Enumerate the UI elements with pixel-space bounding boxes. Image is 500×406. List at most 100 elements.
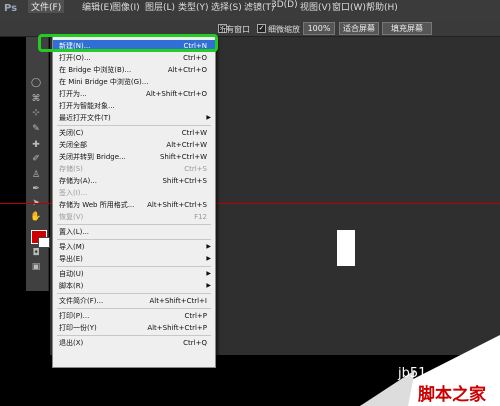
menu-separator [57,224,211,225]
submenu-arrow-icon: ▶ [206,255,211,262]
quick-select-tool-icon[interactable]: ⌘ [30,94,42,104]
eyedropper-tool-icon[interactable]: ✎ [30,124,42,134]
crop-tool-icon[interactable]: ⊹ [30,108,42,118]
menu-item-label: 导出(E) [59,255,83,263]
file-menu-item[interactable]: 关闭并转到 Bridge... Shift+Ctrl+W [53,151,215,163]
file-menu-item[interactable]: 打开为智能对象... [53,100,215,112]
menu-item-shortcut: Ctrl+P [184,312,207,320]
file-menu-item[interactable]: 最近打开文件(T) ▶ [53,112,215,124]
menu-item-shortcut: Alt+Shift+Ctrl+I [149,297,207,305]
file-menu-item[interactable]: 恢复(V) F12 [53,211,215,223]
menu-item-label: 最近打开文件(T) [59,114,111,122]
menu-item-label: 恢复(V) [59,213,84,221]
screen-mode-icon[interactable]: ▣ [30,262,42,272]
quick-mask-icon[interactable]: ◘ [30,248,42,258]
menu-layer[interactable]: 图层(L) [145,0,175,13]
menu-separator [57,239,211,240]
watermark-name: 脚本之家 [418,385,486,405]
submenu-arrow-icon: ▶ [206,243,211,250]
menu-separator [57,266,211,267]
document-canvas[interactable] [337,230,355,266]
menu-item-label: 退出(X) [59,339,84,347]
menu-help[interactable]: 帮助(H) [366,0,398,13]
hand-tool-icon[interactable]: ✋ [30,212,42,222]
pen-tool-icon[interactable]: ✒ [30,184,42,194]
menu-item-label: 关闭全部 [59,141,87,149]
submenu-arrow-icon: ▶ [206,270,211,277]
menu-item-shortcut: Ctrl+W [181,129,207,137]
fit-screen-button[interactable]: 适合屏幕 [339,22,379,35]
menu-item-shortcut: Shift+Ctrl+S [162,177,207,185]
menu-item-shortcut: Alt+Ctrl+O [167,66,207,74]
menu-item-label: 关闭(C) [59,129,84,137]
menu-item-label: 文件简介(F)... [59,297,104,305]
menu-item-label: 导入(M) [59,243,85,251]
healing-tool-icon[interactable]: ✚ [30,140,42,150]
file-menu-item[interactable]: 脚本(R) ▶ [53,280,215,292]
file-menu-item[interactable]: 导出(E) ▶ [53,253,215,265]
menu-separator [57,293,211,294]
menu-item-label: 自动(U) [59,270,84,278]
background-color-swatch[interactable] [38,237,50,248]
highlight-box [38,34,218,52]
stamp-tool-icon[interactable]: ♙ [30,170,42,180]
file-menu-item[interactable]: 退出(X) Ctrl+Q [53,337,215,349]
menu-item-label: 脚本(R) [59,282,84,290]
menu-item-shortcut: Ctrl+S [184,165,207,173]
file-menu-item[interactable]: 打印(P)... Ctrl+P [53,310,215,322]
menu-edit[interactable]: 编辑(E) [82,0,113,13]
menu-item-shortcut: Alt+Shift+Ctrl+P [147,324,207,332]
file-menu-item[interactable]: 存储为(A)... Shift+Ctrl+S [53,175,215,187]
fill-screen-button[interactable]: 填充屏幕 [382,22,432,35]
file-menu-item[interactable]: 自动(U) ▶ [53,268,215,280]
file-menu-dropdown: 新建(N)... Ctrl+N 打开(O)... Ctrl+O 在 Bridge 中浏览… [52,36,216,368]
lasso-tool-icon[interactable]: ◯ [30,78,42,88]
menu-item-label: 存储为 Web 所用格式... [59,201,135,209]
menu-item-shortcut: Ctrl+Q [183,339,207,347]
menu-item-label: 打开为智能对象... [59,102,115,110]
menu-item-label: 打印(P)... [59,312,90,320]
menu-separator [57,335,211,336]
menu-item-shortcut: Alt+Shift+Ctrl+S [147,201,207,209]
file-menu-item[interactable]: 在 Bridge 中浏览(B)... Alt+Ctrl+O [53,64,215,76]
menu-item-label: 存储(S) [59,165,83,173]
submenu-arrow-icon: ▶ [206,114,211,121]
scrubby-zoom-checkbox[interactable]: ✓ [257,24,266,33]
menu-item-label: 签入(I)... [59,189,88,197]
menu-item-label: 存储为(A)... [59,177,97,185]
file-menu-item[interactable]: 文件简介(F)... Alt+Shift+Ctrl+I [53,295,215,307]
menu-3d[interactable]: 3D(D) [271,0,298,10]
zoom-all-label: 缩放所有窗口 [220,25,250,34]
menu-item-label: 打开(O)... [59,54,91,62]
menu-item-shortcut: F12 [194,213,207,221]
brush-tool-icon[interactable]: ✐ [30,154,42,164]
file-menu-item[interactable]: 签入(I)... [53,187,215,199]
menu-type[interactable]: 类型(Y) [178,0,209,13]
file-menu-item[interactable]: 置入(L)... [53,226,215,238]
menu-window[interactable]: 窗口(W) [332,0,366,13]
submenu-arrow-icon: ▶ [206,282,211,289]
menu-image[interactable]: 图像(I) [112,0,140,13]
watermark-site: jb51.net [398,366,452,381]
menu-file[interactable]: 文件(F) [28,0,65,13]
file-menu-item[interactable]: 存储(S) Ctrl+S [53,163,215,175]
file-menu-item[interactable]: 打印一份(Y) Alt+Shift+Ctrl+P [53,322,215,334]
menu-item-label: 关闭并转到 Bridge... [59,153,126,161]
file-menu-item[interactable]: 在 Mini Bridge 中浏览(G)... [53,76,215,88]
menu-select[interactable]: 选择(S) [211,0,242,13]
zoom-100-button[interactable]: 100% [303,22,335,35]
file-menu-item[interactable]: 打开(O)... Ctrl+O [53,52,215,64]
file-menu-item[interactable]: 存储为 Web 所用格式... Alt+Shift+Ctrl+S [53,199,215,211]
file-menu-item[interactable]: 关闭(C) Ctrl+W [53,127,215,139]
menu-item-label: 置入(L)... [59,228,90,236]
menu-item-shortcut: Alt+Shift+Ctrl+O [146,90,207,98]
menu-view[interactable]: 视图(V) [300,0,331,13]
file-menu-item[interactable]: 导入(M) ▶ [53,241,215,253]
menu-item-label: 打印一份(Y) [59,324,97,332]
scrubby-zoom-label: 细微缩放 [268,25,300,34]
file-menu-item[interactable]: 打开为... Alt+Shift+Ctrl+O [53,88,215,100]
file-menu-item[interactable]: 关闭全部 Alt+Ctrl+W [53,139,215,151]
menu-separator [57,308,211,309]
menu-item-shortcut: Alt+Ctrl+W [166,141,207,149]
menu-filter[interactable]: 滤镜(T) [244,0,275,13]
